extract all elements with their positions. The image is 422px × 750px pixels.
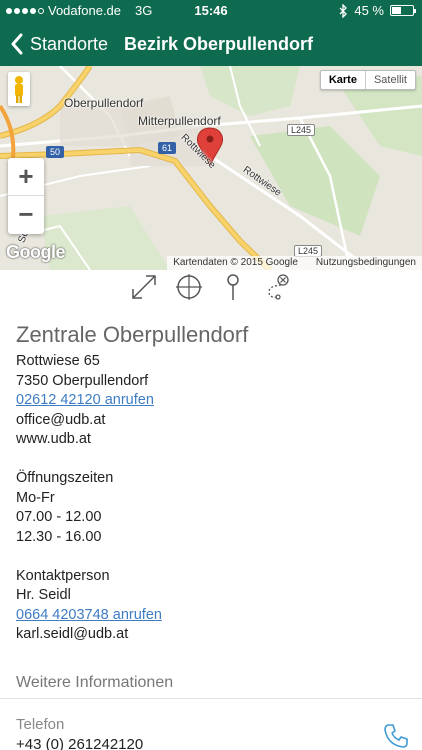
- phone-row-value: +43 (0) 261242120: [16, 736, 144, 750]
- zoom-control: + −: [8, 158, 44, 234]
- back-button[interactable]: Standorte: [10, 22, 108, 66]
- location-name: Zentrale Oberpullendorf: [16, 322, 249, 347]
- map-label-place: Oberpullendorf: [64, 96, 144, 110]
- road-number-badge: L245: [287, 124, 316, 136]
- back-label: Standorte: [30, 33, 109, 54]
- contact-email: karl.seidl@udb.at: [16, 626, 129, 642]
- map-view[interactable]: Karte Satellit Oberpullendorf Mitterpull…: [0, 66, 422, 270]
- contact-person-name: Hr. Seidl: [16, 587, 71, 603]
- battery-icon: [390, 5, 416, 16]
- address-street: Rottwiese 65: [16, 353, 100, 369]
- location-details: Zentrale Oberpullendorf Rottwiese 65 735…: [16, 322, 406, 645]
- opening-hours-label: Öffnungszeiten: [16, 470, 114, 486]
- road-number-badge: 50: [46, 146, 65, 158]
- road-number-badge: 61: [158, 142, 177, 154]
- map-data-credit: Kartendaten © 2015 Google: [173, 257, 298, 268]
- opening-hours-days: Mo-Fr: [16, 489, 55, 506]
- opening-hours-afternoon: 12.30 - 16.00: [16, 528, 102, 545]
- map-toolbar: [0, 270, 422, 304]
- page-title: Bezirk Oberpullendorf: [124, 34, 314, 54]
- chevron-left-icon: [11, 33, 23, 55]
- email-address: office@udb.at: [16, 411, 106, 428]
- pin-icon[interactable]: [218, 272, 248, 302]
- status-bar: Vodafone.de 3G 15:46 45 %: [0, 0, 422, 22]
- bluetooth-icon: [339, 3, 348, 18]
- map-type-map-button[interactable]: Karte: [321, 71, 366, 89]
- terms-link[interactable]: Nutzungsbedingungen: [316, 256, 416, 270]
- battery-percent: 45 %: [354, 3, 384, 18]
- opening-hours-morning: 07.00 - 12.00: [16, 509, 102, 525]
- crosshair-icon[interactable]: [174, 272, 204, 302]
- contact-person-label: Kontaktperson: [16, 567, 110, 584]
- zoom-in-button[interactable]: +: [8, 158, 44, 196]
- call-contact-link[interactable]: 0664 4203748 anrufen: [16, 606, 406, 626]
- map-label-place: Mitterpullendorf: [138, 114, 221, 128]
- map-attribution: Kartendaten © 2015 Google Nutzungsbeding…: [167, 256, 422, 270]
- website-address: www.udb.at: [16, 431, 91, 447]
- divider: [0, 698, 422, 699]
- expand-icon[interactable]: [129, 272, 159, 302]
- phone-row-label: Telefon: [16, 716, 65, 733]
- street-view-pegman-icon[interactable]: [8, 72, 30, 106]
- google-logo: Google: [6, 242, 66, 262]
- route-icon[interactable]: [263, 272, 293, 302]
- call-phone-link[interactable]: 02612 42120 anrufen: [16, 391, 406, 411]
- phone-icon[interactable]: [382, 722, 410, 750]
- map-type-satellite-button[interactable]: Satellit: [366, 71, 415, 89]
- map-type-toggle: Karte Satellit: [319, 70, 416, 90]
- address-city: 7350 Oberpullendorf: [16, 372, 149, 389]
- zoom-out-button[interactable]: −: [8, 196, 44, 234]
- more-info-header: Weitere Informationen: [16, 674, 174, 691]
- navigation-bar: Standorte Bezirk Oberpullendorf: [0, 22, 422, 66]
